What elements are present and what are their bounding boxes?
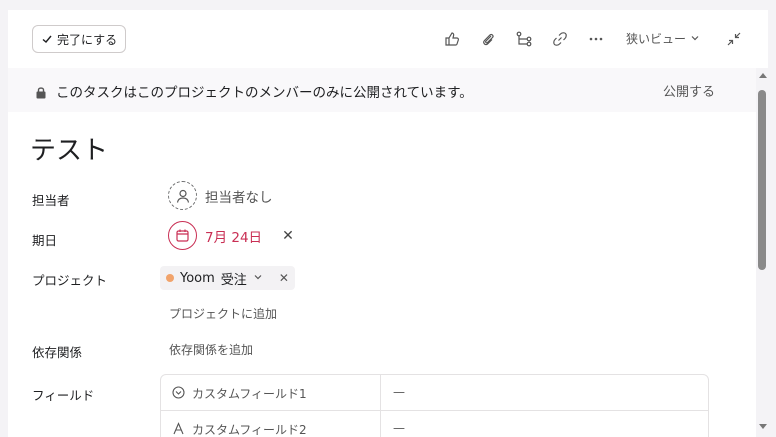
custom-field-value[interactable]: — (393, 421, 405, 435)
attachment-icon[interactable] (478, 29, 498, 49)
scroll-up-arrow[interactable] (759, 73, 767, 78)
project-color-dot (166, 274, 174, 282)
assignee-value: 担当者なし (205, 189, 273, 206)
task-detail-panel: 完了にする 狭いビュー このタスクはこのプロジェクトのメンバーのみに公開されてい… (8, 10, 768, 437)
fields-label: フィールド (32, 388, 95, 403)
custom-field-name: カスタムフィールド2 (192, 423, 307, 437)
task-title[interactable]: テスト (30, 130, 108, 167)
mark-complete-button[interactable]: 完了にする (32, 25, 127, 53)
task-toolbar: 完了にする 狭いビュー (8, 10, 768, 68)
lock-icon (35, 84, 47, 99)
privacy-message: このタスクはこのプロジェクトのメンバーのみに公開されています。 (56, 85, 473, 101)
add-dependency-link[interactable]: 依存関係を追加 (169, 341, 253, 358)
scroll-down-arrow[interactable] (759, 424, 767, 429)
assignee-label: 担当者 (32, 193, 70, 208)
custom-field-value[interactable]: — (393, 385, 405, 399)
narrow-view-dropdown[interactable]: 狭いビュー (626, 30, 700, 47)
more-options-icon[interactable] (586, 29, 606, 49)
due-date-label: 期日 (32, 233, 58, 248)
assignee-field[interactable]: 担当者なし (168, 181, 273, 210)
clear-due-date-button[interactable]: ✕ (282, 228, 294, 244)
text-icon (172, 421, 185, 437)
remove-project-button[interactable]: ✕ (279, 271, 289, 285)
due-date-field[interactable]: 7月 24日 ✕ (168, 221, 294, 250)
avatar-placeholder-icon (168, 181, 197, 210)
scrollbar-thumb[interactable] (758, 90, 766, 270)
privacy-banner: このタスクはこのプロジェクトのメンバーのみに公開されています。 公開する (8, 68, 756, 112)
collapse-icon[interactable] (724, 29, 744, 49)
custom-field-name: カスタムフィールド1 (192, 387, 307, 401)
due-date-value: 7月 24日 (205, 229, 263, 246)
dependencies-label: 依存関係 (32, 345, 83, 360)
dropdown-icon (172, 385, 185, 402)
custom-field-row[interactable]: カスタムフィールド1 — (161, 375, 708, 411)
like-icon[interactable] (442, 29, 462, 49)
subtask-icon[interactable] (514, 29, 534, 49)
check-icon (41, 33, 53, 45)
project-chip[interactable]: Yoom 受注 ✕ (160, 266, 295, 290)
custom-fields-table: カスタムフィールド1 — カスタムフィールド2 — (160, 374, 709, 437)
chevron-down-icon[interactable] (253, 271, 263, 286)
project-name: Yoom (180, 270, 215, 286)
link-icon[interactable] (550, 29, 570, 49)
chevron-down-icon (690, 32, 700, 46)
custom-field-row[interactable]: カスタムフィールド2 — (161, 411, 708, 437)
make-public-button[interactable]: 公開する (663, 81, 715, 100)
narrow-view-label: 狭いビュー (626, 32, 687, 46)
mark-complete-label: 完了にする (57, 32, 118, 47)
add-to-project-link[interactable]: プロジェクトに追加 (169, 305, 277, 322)
project-label: プロジェクト (32, 273, 108, 288)
scrollbar[interactable] (756, 68, 768, 437)
project-section[interactable]: 受注 (221, 269, 247, 288)
calendar-icon (168, 221, 197, 250)
